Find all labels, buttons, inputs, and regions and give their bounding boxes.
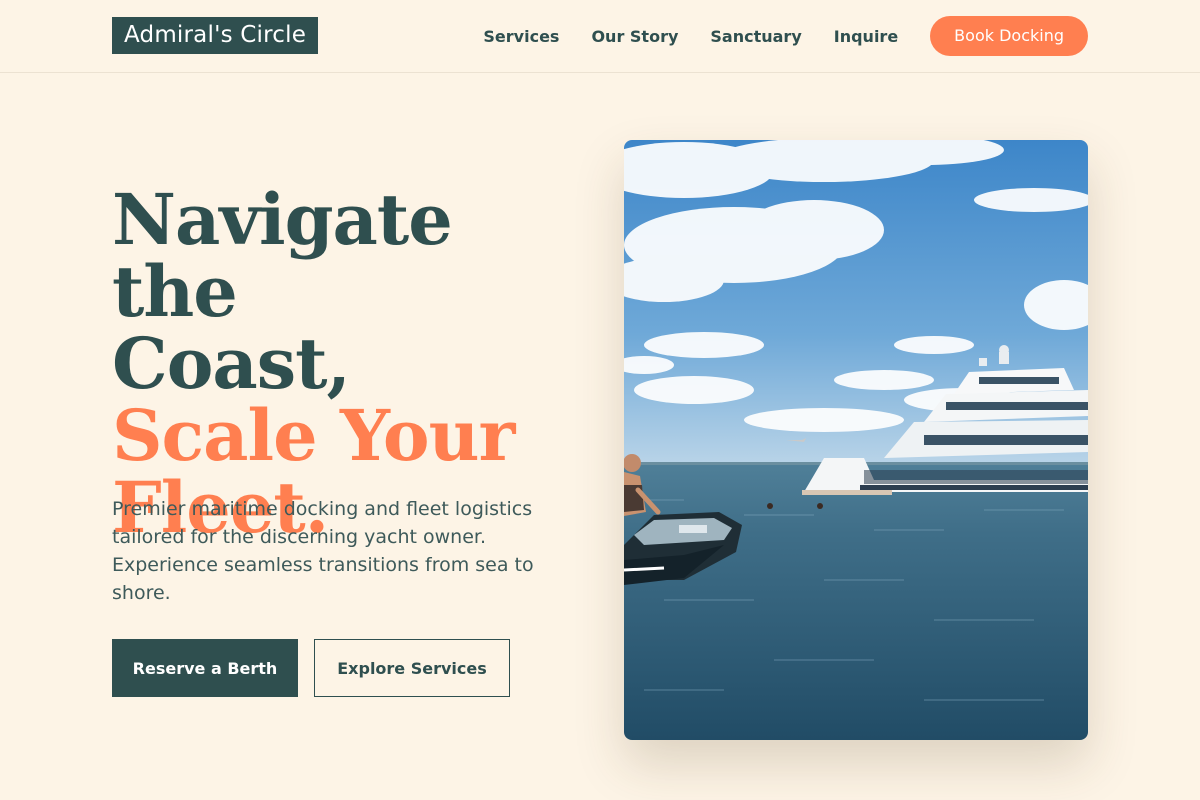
main-nav: Services Our Story Sanctuary Inquire Boo… <box>483 16 1088 56</box>
explore-services-button[interactable]: Explore Services <box>314 639 510 697</box>
headline-accent-line-1: Scale Your <box>112 394 515 477</box>
headline-line-1: Navigate the <box>112 178 453 333</box>
nav-link-our-story[interactable]: Our Story <box>591 27 678 46</box>
nav-link-inquire[interactable]: Inquire <box>834 27 898 46</box>
site-header: Admiral's Circle Services Our Story Sanc… <box>0 0 1200 73</box>
headline-line-2: Coast, <box>112 322 351 405</box>
book-docking-button[interactable]: Book Docking <box>930 16 1088 56</box>
hero-headline: Navigate the Coast, Scale Your Fleet. <box>112 184 572 544</box>
yacht-scene-image <box>624 140 1088 740</box>
hero-subtitle: Premier maritime docking and fleet logis… <box>112 498 534 604</box>
nav-link-sanctuary[interactable]: Sanctuary <box>710 27 801 46</box>
hero-image <box>624 140 1088 740</box>
nav-link-services[interactable]: Services <box>483 27 559 46</box>
brand-logo[interactable]: Admiral's Circle <box>112 17 319 54</box>
reserve-berth-button[interactable]: Reserve a Berth <box>112 639 298 697</box>
